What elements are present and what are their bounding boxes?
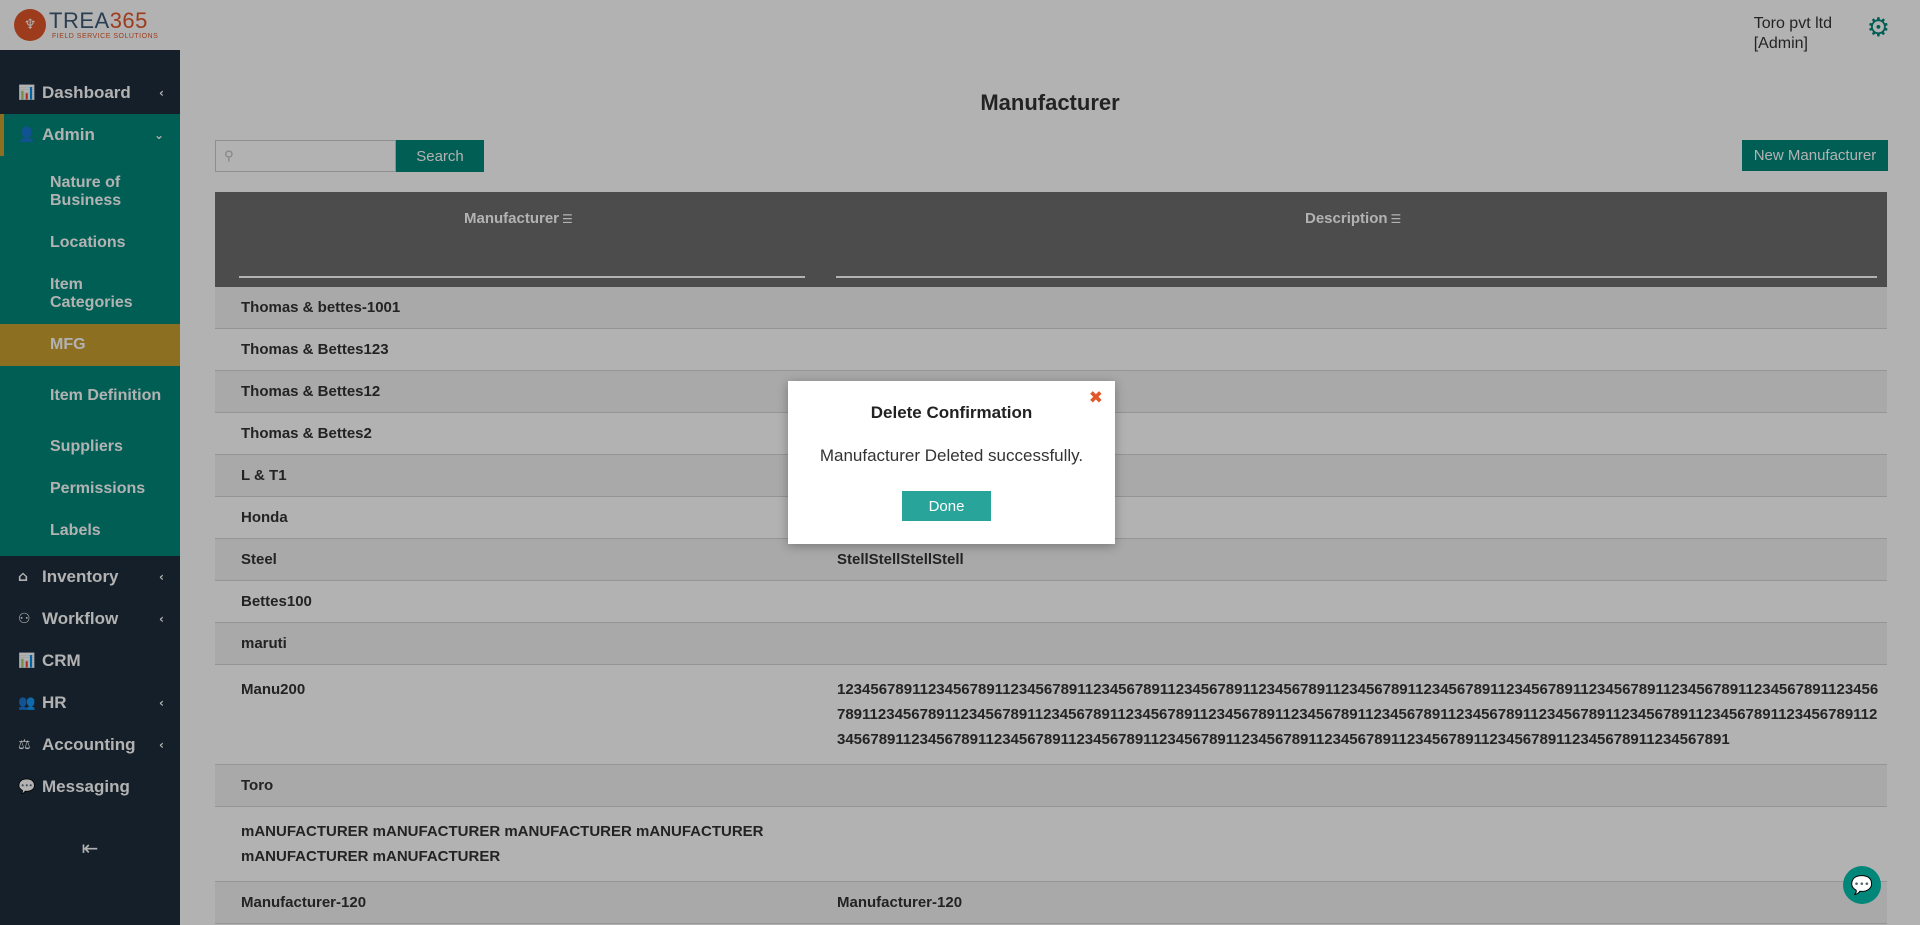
delete-confirmation-dialog: ✖ Delete Confirmation Manufacturer Delet… (788, 381, 1115, 544)
dialog-title: Delete Confirmation (870, 403, 1033, 422)
dialog-message: Manufacturer Deleted successfully. (819, 446, 1084, 465)
done-button[interactable]: Done (902, 491, 991, 521)
chat-support-icon[interactable]: 💬 (1843, 866, 1881, 904)
